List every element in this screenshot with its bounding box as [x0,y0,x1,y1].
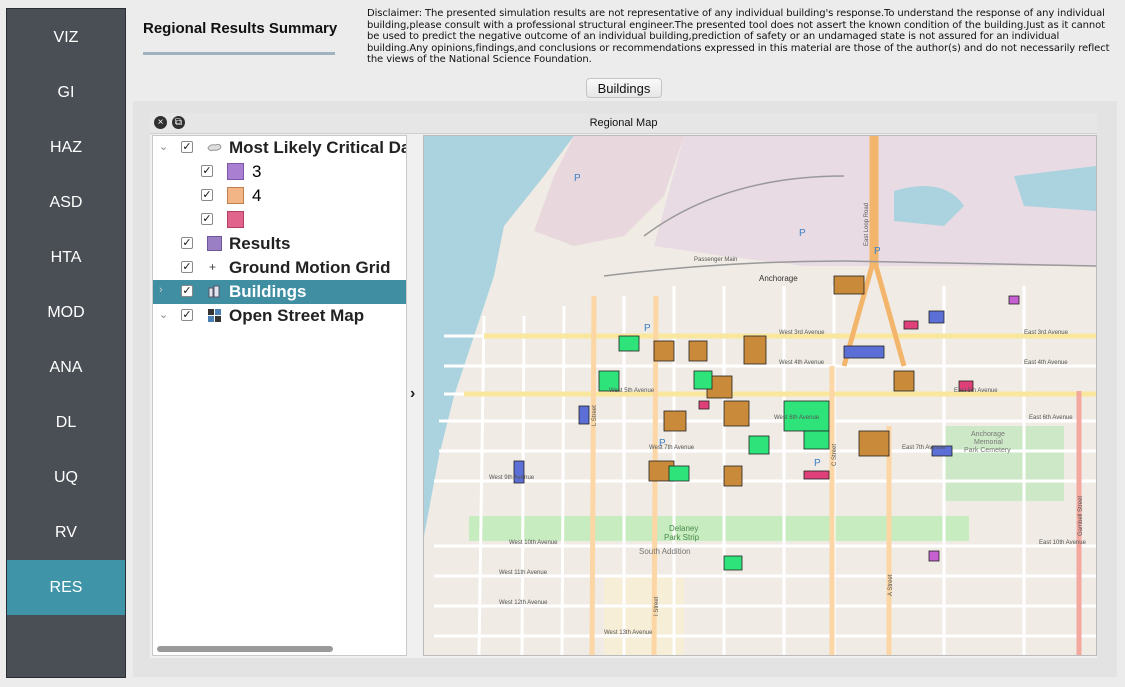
layer-checkbox[interactable]: ✓ [181,285,193,297]
collapse-panel-icon[interactable]: › [410,385,415,403]
sidebar-item-haz[interactable]: HAZ [7,120,125,175]
disclaimer-text: Disclaimer: The presented simulation res… [367,8,1110,65]
layer-buildings[interactable]: › ✓ Buildings [153,280,406,304]
svg-text:Passenger Main: Passenger Main [694,257,737,263]
svg-text:South Addition: South Addition [639,547,691,556]
svg-text:West 5th Avenue: West 5th Avenue [609,388,655,394]
svg-text:Delaney: Delaney [669,524,698,533]
svg-text:West 7th Avenue: West 7th Avenue [649,445,695,451]
svg-text:East 7th Avenue: East 7th Avenue [902,445,946,451]
chevron-right-icon[interactable]: › [159,284,163,296]
svg-text:P: P [814,458,821,469]
svg-text:L Street: L Street [592,405,598,426]
svg-text:P: P [574,173,581,184]
legend-item: ✓ 4 [201,186,262,205]
svg-text:Memorial: Memorial [974,439,1003,446]
sidebar-item-uq[interactable]: UQ [7,450,125,505]
legend-swatch [227,211,244,228]
close-icon[interactable]: × [154,116,167,129]
legend-item: ✓ 3 [201,162,262,181]
svg-text:P: P [874,246,881,257]
layer-checkbox[interactable]: ✓ [181,261,193,273]
svg-text:P: P [644,323,651,334]
dock-title-bar: × ⧉ Regional Map [150,113,1097,134]
legend-checkbox[interactable]: ✓ [201,165,213,177]
regional-map-dock: × ⧉ Regional Map ⌄ ✓ Most Likely Critica… [150,113,1097,658]
map-svg[interactable]: PPP PPP Anchorage Delaney Park Strip Sou… [424,136,1096,655]
svg-text:A Street: A Street [888,574,894,596]
building-layer-icon [208,285,220,298]
horizontal-scrollbar[interactable] [157,646,333,652]
svg-text:West 13th Avenue: West 13th Avenue [604,630,653,636]
svg-text:P: P [799,228,806,239]
svg-text:West 4th Avenue: West 4th Avenue [779,360,825,366]
layer-ground-motion-grid[interactable]: ✓ + Ground Motion Grid [153,256,406,280]
svg-text:West 6th Avenue: West 6th Avenue [774,415,820,421]
svg-text:West 3rd Avenue: West 3rd Avenue [779,330,825,336]
sidebar-item-ana[interactable]: ANA [7,340,125,395]
legend-swatch [227,163,244,180]
sidebar-item-viz[interactable]: VIZ [7,10,125,65]
park-strip [469,516,969,541]
sidebar-item-dl[interactable]: DL [7,395,125,450]
svg-text:Gambell Street: Gambell Street [1078,496,1084,536]
results-swatch [207,236,222,251]
svg-text:East 10th Avenue: East 10th Avenue [1039,540,1087,546]
svg-text:Park Strip: Park Strip [664,533,700,542]
point-layer-icon: + [209,260,217,274]
legend-item: ✓ [153,208,406,232]
svg-text:East 5th Avenue: East 5th Avenue [954,388,998,394]
svg-text:East Loop Road: East Loop Road [864,203,870,246]
legend-swatch [227,187,244,204]
svg-text:Anchorage: Anchorage [971,431,1005,438]
buildings-button[interactable]: Buildings [586,78,662,98]
svg-text:Park Cemetery: Park Cemetery [964,447,1011,454]
layer-open-street-map[interactable]: ⌄ ✓ Open Street Map [153,304,406,328]
layer-checkbox[interactable]: ✓ [181,237,193,249]
svg-text:West 12th Avenue: West 12th Avenue [499,600,548,606]
sidebar: VIZ GI HAZ ASD HTA MOD ANA DL UQ RV RES [6,8,126,678]
polygon-layer-icon [207,143,222,152]
layer-critical-damage[interactable]: ⌄ ✓ Most Likely Critical Da [153,136,406,160]
legend-checkbox[interactable]: ✓ [201,213,213,225]
dock-title: Regional Map [589,117,658,129]
tile-layer-icon [208,309,221,322]
map-canvas[interactable]: PPP PPP Anchorage Delaney Park Strip Sou… [423,135,1097,656]
svg-text:West 10th Avenue: West 10th Avenue [509,540,558,546]
legend-checkbox[interactable]: ✓ [201,189,213,201]
sidebar-item-asd[interactable]: ASD [7,175,125,230]
sidebar-item-mod[interactable]: MOD [7,285,125,340]
chevron-down-icon[interactable]: ⌄ [159,308,168,321]
chevron-down-icon[interactable]: ⌄ [159,140,168,153]
sidebar-item-hta[interactable]: HTA [7,230,125,285]
tab-regional-results-summary[interactable]: Regional Results Summary [143,20,337,37]
layer-results[interactable]: ✓ Results [153,232,406,256]
layer-checkbox[interactable]: ✓ [181,141,193,153]
layer-tree: ⌄ ✓ Most Likely Critical Da ✓ 3 ✓ 4 ✓ ✓ … [152,135,407,656]
tab-underline [143,52,335,55]
school-area [604,576,684,655]
float-icon[interactable]: ⧉ [172,116,185,129]
svg-text:Anchorage: Anchorage [759,274,798,283]
sidebar-item-gi[interactable]: GI [7,65,125,120]
svg-text:East 3rd Avenue: East 3rd Avenue [1024,330,1069,336]
sidebar-item-rv[interactable]: RV [7,505,125,560]
svg-text:I Street: I Street [654,596,660,616]
layer-checkbox[interactable]: ✓ [181,309,193,321]
svg-text:East 4th Avenue: East 4th Avenue [1024,360,1068,366]
svg-text:C Street: C Street [832,444,838,466]
svg-text:West 11th Avenue: West 11th Avenue [499,570,548,576]
svg-text:East 6th Avenue: East 6th Avenue [1029,415,1073,421]
sidebar-item-res[interactable]: RES [7,560,125,615]
svg-text:West 9th Avenue: West 9th Avenue [489,475,535,481]
